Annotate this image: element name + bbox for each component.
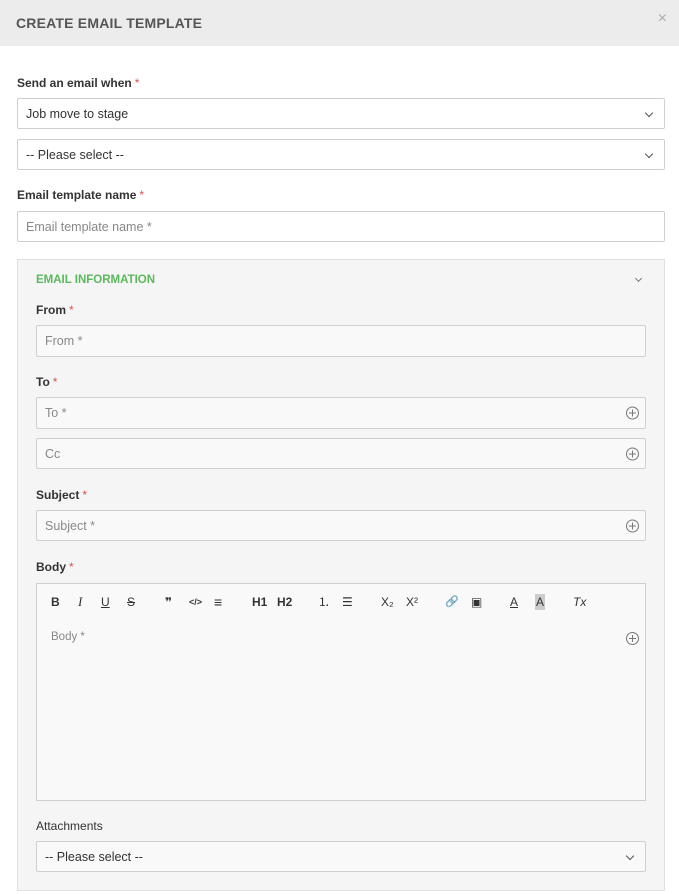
- link-icon[interactable]: 🔗: [445, 594, 459, 610]
- to-label-text: To: [36, 375, 50, 389]
- from-label: From *: [36, 303, 74, 317]
- template-name-label: Email template name *: [17, 188, 144, 202]
- template-name-placeholder: Email template name *: [26, 219, 152, 234]
- body-label-text: Body: [36, 560, 66, 574]
- image-icon[interactable]: ▣: [471, 594, 482, 610]
- trigger-event-select[interactable]: Job move to stage: [17, 98, 665, 129]
- editor-toolbar: B I U S ❞ </> ≡ H1 H2 ⒈ ☰ X₂ X² 🔗 ▣ A A …: [36, 583, 646, 621]
- to-placeholder: To *: [45, 406, 67, 420]
- body-editor[interactable]: Body *: [36, 620, 646, 801]
- italic-icon[interactable]: I: [78, 594, 82, 610]
- chevron-down-icon: [644, 149, 654, 158]
- modal-header: CREATE EMAIL TEMPLATE ×: [0, 0, 679, 46]
- attachments-label-text: Attachments: [36, 819, 103, 833]
- attachments-label: Attachments: [36, 819, 103, 833]
- close-icon[interactable]: ×: [658, 10, 667, 28]
- add-variable-icon[interactable]: [626, 447, 639, 460]
- add-variable-icon[interactable]: [626, 519, 639, 532]
- required-marker: *: [69, 560, 74, 574]
- chevron-down-icon: [625, 851, 635, 860]
- template-name-label-text: Email template name: [17, 188, 137, 202]
- clear-format-icon[interactable]: Tx: [573, 594, 586, 610]
- subject-placeholder: Subject *: [45, 518, 96, 533]
- panel-title: EMAIL INFORMATION: [36, 274, 156, 286]
- required-marker: *: [69, 303, 74, 317]
- attachments-select[interactable]: -- Please select --: [36, 841, 646, 872]
- subject-label-text: Subject: [36, 488, 80, 502]
- subject-input[interactable]: Subject *: [36, 510, 646, 541]
- code-icon[interactable]: </>: [189, 594, 202, 610]
- bold-icon[interactable]: B: [51, 594, 60, 610]
- cc-placeholder: Cc: [45, 446, 61, 461]
- heading-2-icon[interactable]: H2: [277, 594, 292, 610]
- add-variable-icon[interactable]: [626, 406, 639, 420]
- trigger-stage-value: -- Please select --: [26, 147, 124, 162]
- to-label: To *: [36, 375, 57, 389]
- add-variable-icon[interactable]: [626, 632, 639, 645]
- body-label: Body *: [36, 560, 74, 574]
- trigger-stage-select[interactable]: -- Please select --: [17, 139, 665, 170]
- subscript-icon[interactable]: X₂: [381, 594, 394, 610]
- from-input[interactable]: From *: [36, 325, 646, 357]
- trigger-event-value: Job move to stage: [26, 106, 129, 121]
- quote-icon[interactable]: ❞: [165, 594, 172, 610]
- underline-icon[interactable]: U: [101, 594, 110, 610]
- align-icon[interactable]: ≡: [214, 594, 222, 610]
- superscript-icon[interactable]: X²: [406, 594, 418, 610]
- strikethrough-icon[interactable]: S: [127, 594, 135, 610]
- subject-label: Subject *: [36, 488, 87, 502]
- from-label-text: From: [36, 303, 66, 317]
- required-marker: *: [52, 375, 58, 389]
- bullet-list-icon[interactable]: ☰: [342, 594, 353, 610]
- chevron-down-icon: [644, 108, 654, 117]
- trigger-label-text: Send an email when: [17, 76, 132, 90]
- background-color-icon[interactable]: A: [535, 594, 546, 610]
- template-name-input[interactable]: Email template name *: [17, 211, 665, 242]
- to-input[interactable]: To *: [36, 397, 646, 429]
- ordered-list-icon[interactable]: ⒈: [318, 594, 330, 610]
- modal-title: CREATE EMAIL TEMPLATE: [16, 15, 203, 31]
- font-color-icon[interactable]: A: [510, 594, 518, 610]
- required-marker: *: [134, 76, 140, 90]
- required-marker: *: [82, 488, 88, 502]
- from-placeholder: From *: [45, 334, 83, 348]
- required-marker: *: [139, 188, 145, 202]
- trigger-label: Send an email when *: [17, 76, 139, 90]
- heading-1-icon[interactable]: H1: [252, 594, 267, 610]
- body-placeholder: Body *: [51, 631, 85, 643]
- cc-input[interactable]: Cc: [36, 438, 646, 469]
- attachments-value: -- Please select --: [45, 849, 143, 864]
